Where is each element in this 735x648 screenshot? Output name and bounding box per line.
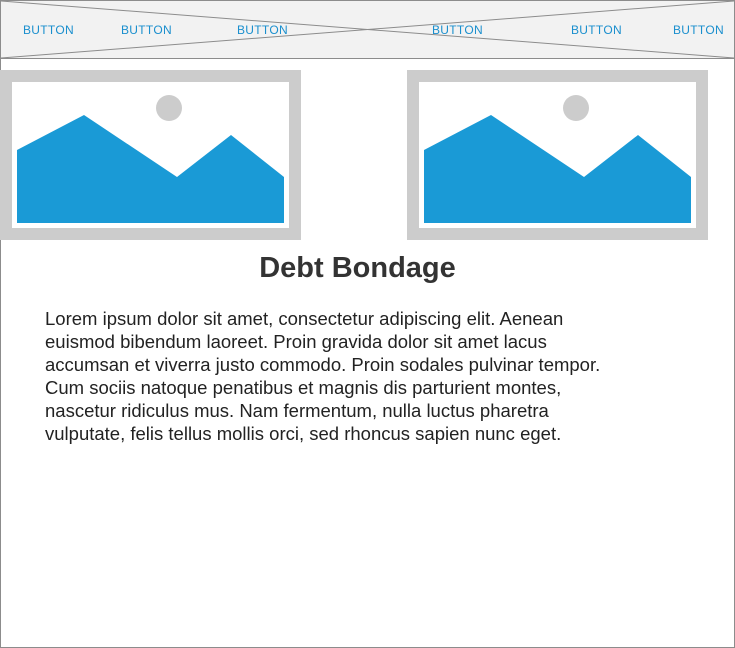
nav-button-6[interactable]: BUTTON <box>673 21 724 39</box>
image-placeholder-icon <box>17 95 284 223</box>
nav-button-4[interactable]: BUTTON <box>432 21 483 39</box>
navbar: BUTTON BUTTON BUTTON BUTTON BUTTON BUTTO… <box>1 1 734 59</box>
body-paragraph: Lorem ipsum dolor sit amet, consectetur … <box>45 308 601 444</box>
nav-button-3[interactable]: BUTTON <box>237 21 288 39</box>
image-placeholder-icon <box>424 95 691 223</box>
navbar-placeholder-cross <box>1 1 734 58</box>
nav-button-2[interactable]: BUTTON <box>121 21 172 39</box>
image-placeholder-left <box>0 70 301 240</box>
image-placeholder-right <box>407 70 708 240</box>
page-title: Debt Bondage <box>259 252 456 284</box>
page-frame: BUTTON BUTTON BUTTON BUTTON BUTTON BUTTO… <box>0 0 735 648</box>
nav-button-1[interactable]: BUTTON <box>23 21 74 39</box>
nav-button-5[interactable]: BUTTON <box>571 21 622 39</box>
